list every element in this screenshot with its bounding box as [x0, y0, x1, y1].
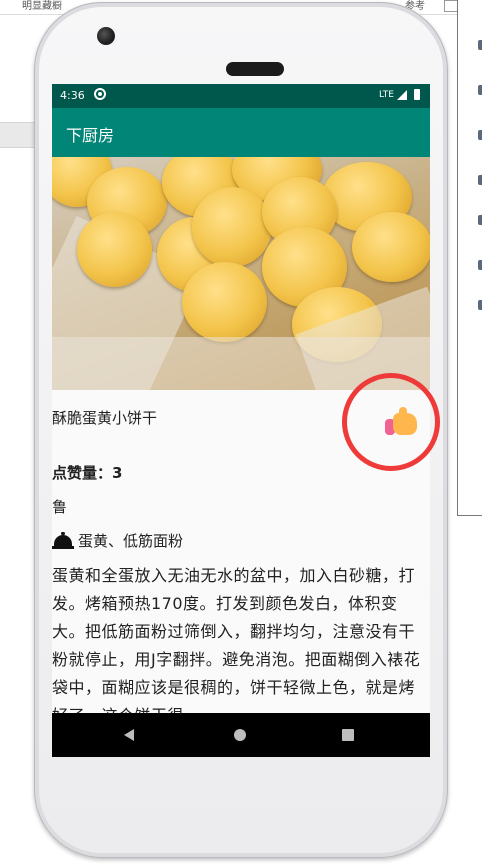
tool-icon[interactable] [478, 130, 482, 140]
recent-apps-icon[interactable] [342, 729, 354, 741]
app-title: 下厨房 [66, 126, 115, 145]
app-bar: 下厨房 [52, 108, 430, 157]
likes-label: 点赞量： [52, 464, 113, 482]
battery-icon [414, 89, 420, 100]
tool-icon[interactable] [478, 300, 482, 310]
tool-icon[interactable] [478, 40, 482, 50]
system-nav-bar [52, 713, 430, 757]
biscuit [192, 187, 272, 267]
ingredients-text: 蛋黄、低筋面粉 [78, 532, 184, 550]
status-bar: 4:36 LTE [52, 84, 430, 108]
tool-icon[interactable] [478, 85, 482, 95]
biscuit [77, 212, 152, 287]
earpiece-speaker [226, 62, 284, 76]
cloche-icon [52, 531, 74, 550]
desktop-dropdown-caret[interactable] [444, 0, 458, 12]
desktop-tool-panel [457, 0, 482, 516]
tool-icon[interactable] [478, 215, 482, 225]
sync-icon [94, 88, 106, 100]
biscuit [352, 212, 430, 282]
annotation-circle [342, 373, 440, 471]
signal-icon [397, 90, 407, 100]
tool-icon[interactable] [478, 260, 482, 270]
biscuit [182, 262, 267, 342]
recipe-name: 酥脆蛋黄小饼干 [52, 409, 158, 427]
cuisine-label: 鲁 [52, 498, 68, 516]
recipe-image [52, 157, 430, 390]
network-label: LTE [379, 90, 394, 100]
likes-count-line: 点赞量：3 [52, 462, 122, 483]
recipe-description: 蛋黄和全蛋放入无油无水的盆中，加入白砂糖，打发。烤箱预热170度。打发到颜色发白… [52, 566, 421, 725]
back-icon[interactable] [124, 729, 134, 741]
likes-count: 3 [112, 464, 123, 482]
front-camera [97, 27, 115, 45]
status-time: 4:36 [60, 89, 85, 102]
home-icon[interactable] [234, 729, 246, 741]
desktop-top-left-text: 明显藏橱 [22, 1, 62, 12]
ingredients-line: 蛋黄、低筋面粉 [52, 530, 183, 551]
tool-icon[interactable] [478, 175, 482, 185]
